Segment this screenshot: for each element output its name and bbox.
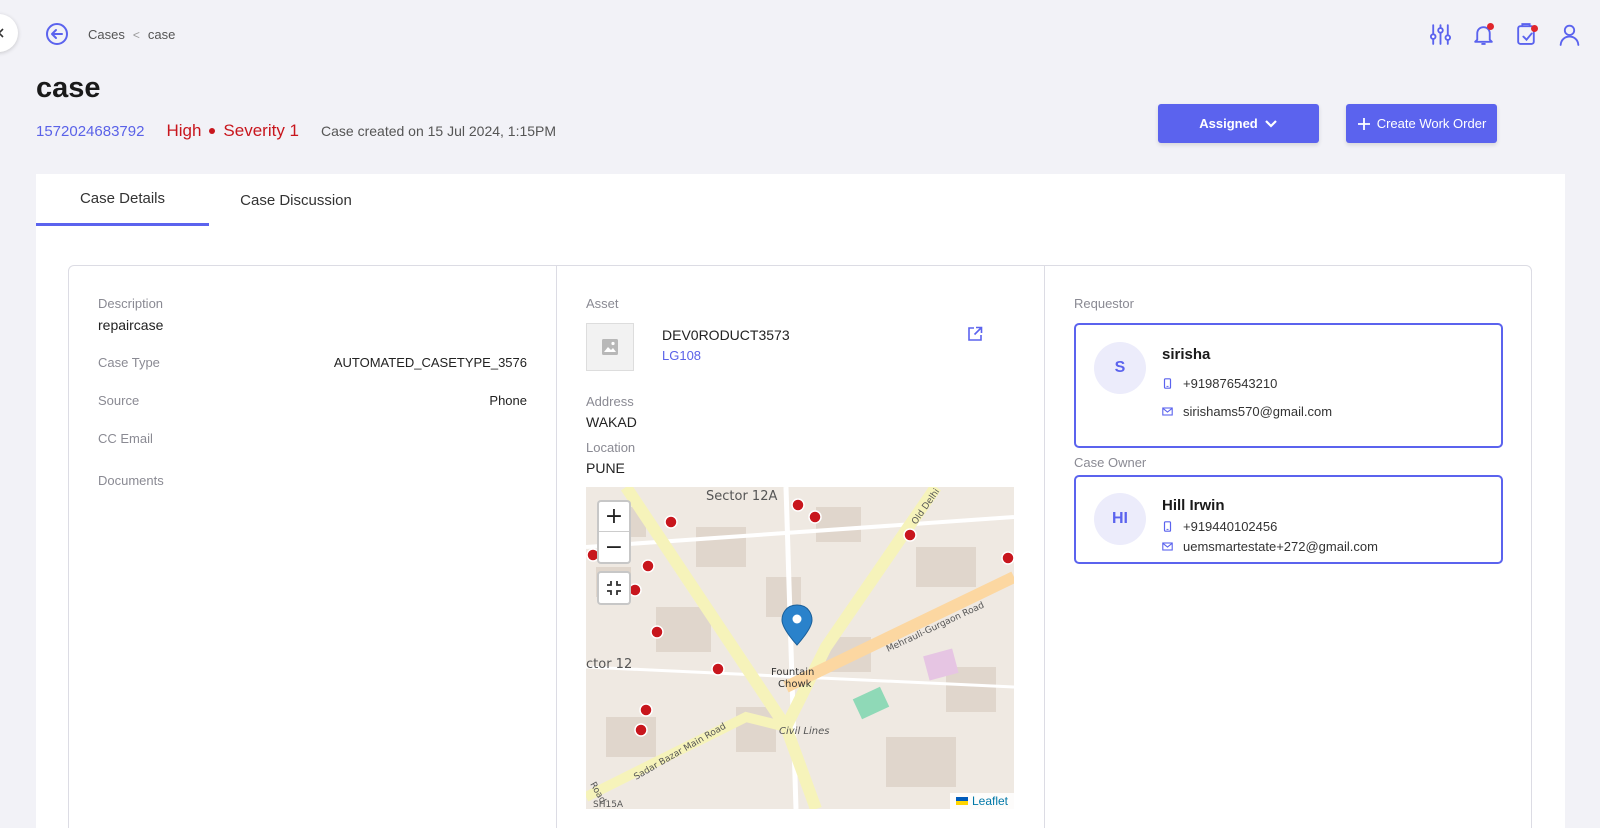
requestor-phone: +919876543210 (1162, 376, 1277, 391)
status-dropdown-button[interactable]: Assigned (1158, 104, 1319, 143)
requestor-email-text: sirishams570@gmail.com (1183, 404, 1333, 419)
case-created-text: Case created on 15 Jul 2024, 1:15PM (321, 123, 557, 139)
requestor-phone-text: +919876543210 (1183, 376, 1278, 391)
owner-phone: +919440102456 (1162, 519, 1277, 534)
map-label-sector-12: ctor 12 (586, 657, 632, 672)
breadcrumb-current: case (147, 27, 176, 42)
severity-badge: Severity 1 (223, 121, 300, 140)
filter-settings-icon[interactable] (1428, 22, 1453, 47)
location-label: Location (586, 440, 636, 455)
notification-dot (1487, 23, 1494, 30)
notification-bell-icon[interactable] (1471, 22, 1496, 47)
owner-phone-text: +919440102456 (1183, 519, 1278, 534)
requestor-email: sirishams570@gmail.com (1162, 404, 1332, 419)
fullscreen-button[interactable] (597, 571, 631, 605)
map-zoom-control: + − (597, 500, 631, 564)
map-label-civil-lines: Civil Lines (779, 726, 829, 737)
case-type-label: Case Type (98, 355, 160, 370)
address-label: Address (586, 394, 634, 409)
source-value: Phone (489, 393, 527, 408)
requestor-label: Requestor (1074, 296, 1134, 311)
task-checklist-icon[interactable] (1514, 22, 1539, 47)
tab-case-discussion[interactable]: Case Discussion (209, 174, 383, 226)
leaflet-link[interactable]: Leaflet (972, 794, 1008, 808)
tab-case-details[interactable]: Case Details (36, 174, 209, 226)
chevron-down-icon (1264, 119, 1277, 128)
exit-fullscreen-icon (607, 581, 621, 595)
task-dot (1531, 25, 1538, 32)
case-meta: 1572024683792 High Severity 1 Case creat… (36, 121, 556, 141)
create-work-order-label: Create Work Order (1376, 116, 1487, 131)
description-value: repaircase (98, 317, 164, 333)
asset-column: Asset DEV0RODUCT3573 LG108 Address WAKAD… (557, 266, 1045, 828)
breadcrumb-separator: < (132, 27, 140, 42)
requestor-card: S sirisha +919876543210 sirishams570@gma… (1074, 323, 1503, 448)
asset-label: Asset (586, 296, 619, 311)
asset-name: DEV0RODUCT3573 (662, 327, 790, 343)
map-attribution: Leaflet (949, 793, 1014, 809)
description-label: Description (98, 296, 164, 311)
zoom-in-button[interactable]: + (599, 502, 629, 532)
back-arrow-icon[interactable] (45, 22, 69, 46)
owner-email: uemsmartestate+272@gmail.com (1162, 539, 1378, 554)
location-value: PUNE (586, 460, 625, 476)
case-info-column: Description repaircase Case Type AUTOMAT… (69, 266, 557, 828)
tab-bar: Case Details Case Discussion (36, 174, 383, 226)
people-column: Requestor S sirisha +919876543210 sirish… (1045, 266, 1532, 828)
priority-badge: High (166, 121, 202, 140)
external-link-icon[interactable] (967, 326, 983, 342)
case-id: 1572024683792 (36, 122, 145, 140)
asset-code-link[interactable]: LG108 (662, 348, 701, 363)
documents-label: Documents (98, 473, 164, 488)
map-label-fountain: Fountain (771, 667, 814, 678)
mail-icon (1162, 407, 1173, 416)
mail-icon (1162, 542, 1173, 551)
case-owner-label: Case Owner (1074, 455, 1147, 470)
create-work-order-button[interactable]: Create Work Order (1346, 104, 1497, 143)
owner-name: Hill Irwin (1162, 497, 1225, 514)
details-panel: Description repaircase Case Type AUTOMAT… (68, 265, 1532, 828)
location-map[interactable]: Sector 12A ctor 12 Fountain Chowk Civil … (586, 487, 1014, 809)
map-label-sh15a: SH15A (593, 800, 624, 809)
user-profile-icon[interactable] (1557, 22, 1582, 47)
case-type-value: AUTOMATED_CASETYPE_3576 (333, 355, 527, 370)
breadcrumb: Cases < case (88, 27, 175, 42)
page-title: case (36, 72, 101, 104)
owner-email-text: uemsmartestate+272@gmail.com (1183, 539, 1378, 554)
ukraine-flag-icon (955, 797, 968, 805)
map-label-sector-12a: Sector 12A (706, 489, 777, 504)
case-detail-card: Case Details Case Discussion Description… (36, 174, 1565, 828)
avatar: S (1094, 342, 1146, 394)
avatar: HI (1094, 493, 1146, 545)
address-value: WAKAD (586, 414, 637, 430)
cc-email-label: CC Email (98, 431, 153, 446)
status-label: Assigned (1199, 116, 1258, 131)
zoom-out-button[interactable]: − (599, 532, 629, 562)
requestor-name: sirisha (1162, 346, 1211, 363)
phone-icon (1163, 378, 1172, 389)
top-bar: Cases < case (0, 0, 1600, 68)
phone-icon (1163, 521, 1172, 532)
case-owner-card: HI Hill Irwin +919440102456 uemsmartesta… (1074, 475, 1503, 564)
asset-thumbnail (586, 323, 634, 371)
plus-icon (1357, 117, 1370, 130)
image-placeholder-icon (602, 339, 618, 355)
map-label-chowk: Chowk (778, 679, 812, 690)
breadcrumb-cases-link[interactable]: Cases (88, 27, 125, 42)
priority-separator-dot (209, 128, 216, 134)
map-tiles: Sector 12A ctor 12 Fountain Chowk Civil … (586, 487, 1014, 809)
source-label: Source (98, 393, 140, 408)
